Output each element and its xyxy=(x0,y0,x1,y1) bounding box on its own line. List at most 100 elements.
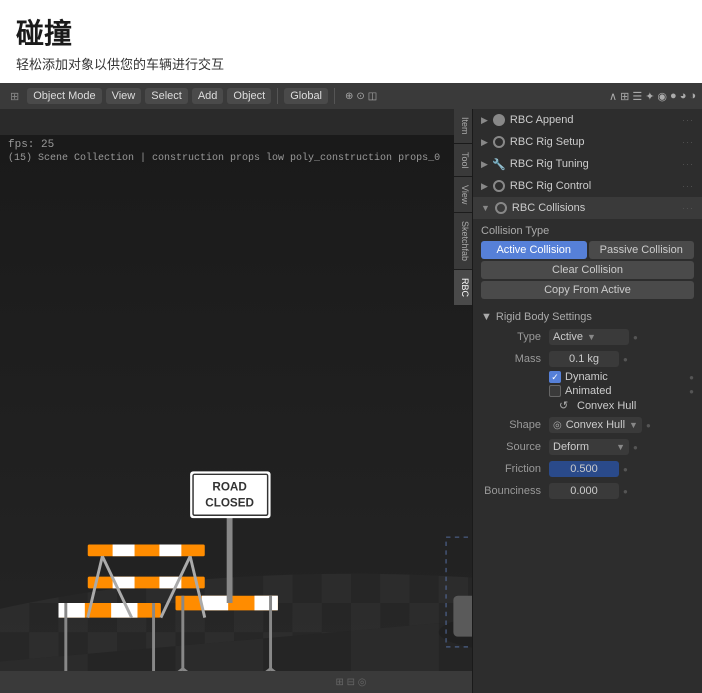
dots-icon-2: ··· xyxy=(682,137,694,147)
rigid-body-label: Rigid Body Settings xyxy=(496,311,592,323)
rigid-body-section: ▼ Rigid Body Settings Type Active ▼ ● Ma… xyxy=(473,307,702,507)
toolbar-icon-grid: ⊞ xyxy=(6,88,23,105)
source-label: Source xyxy=(481,441,541,453)
svg-text:ROAD: ROAD xyxy=(212,480,246,493)
rb-arrow-icon: ▼ xyxy=(481,311,492,323)
dynamic-checkbox[interactable]: ✓ xyxy=(549,371,561,383)
tab-item[interactable]: Item xyxy=(454,109,472,143)
convex-hull-checkbox-row: ↺ Convex Hull xyxy=(481,399,694,413)
copy-from-active-button[interactable]: Copy From Active xyxy=(481,281,694,299)
type-dropdown[interactable]: Active ▼ xyxy=(549,329,629,345)
select-menu[interactable]: Select xyxy=(145,88,188,104)
tab-tool[interactable]: Tool xyxy=(454,144,472,177)
friction-label: Friction xyxy=(481,463,541,475)
type-label: Type xyxy=(481,331,541,343)
side-tabs: Item Tool View Sketchfab RBC xyxy=(454,109,472,305)
type-value: Active xyxy=(553,331,583,343)
collision-type-label: Collision Type xyxy=(481,225,694,237)
mass-value[interactable]: 0.1 kg xyxy=(549,351,619,367)
bounciness-value: 0.000 xyxy=(570,485,598,497)
wrench-icon: 🔧 xyxy=(492,157,506,171)
tab-rbc[interactable]: RBC xyxy=(454,270,472,305)
view-menu[interactable]: View xyxy=(106,88,142,104)
toolbar-icons: ⊕ ⊙ ◫ xyxy=(341,89,381,104)
friction-value: 0.500 xyxy=(570,463,598,475)
animated-checkbox[interactable] xyxy=(549,385,561,397)
bounciness-row: Bounciness 0.000 ● xyxy=(481,481,694,501)
animated-dot: ● xyxy=(689,387,694,396)
tab-sketchfab[interactable]: Sketchfab xyxy=(454,213,472,269)
source-value: Deform xyxy=(553,441,589,453)
dynamic-dot: ● xyxy=(689,373,694,382)
viewport-container: ⊞ Object Mode View Select Add Object Glo… xyxy=(0,83,702,693)
scene-path-display: (15) Scene Collection | construction pro… xyxy=(8,153,440,164)
rbc-collisions-row[interactable]: ▼ RBC Collisions ··· xyxy=(473,197,702,219)
rbc-rig-tuning-row[interactable]: ▶ 🔧 RBC Rig Tuning ··· xyxy=(473,153,702,175)
collision-type-buttons: Active Collision Passive Collision xyxy=(481,241,694,259)
arrow-icon-4: ▶ xyxy=(481,181,488,192)
add-menu[interactable]: Add xyxy=(192,88,224,104)
dots-icon-3: ··· xyxy=(682,159,694,169)
bounciness-input[interactable]: 0.000 xyxy=(549,483,619,499)
svg-text:CLOSED: CLOSED xyxy=(205,496,254,509)
toolbar-right-icons: ∧⊞☰✦◉●◕◑ xyxy=(609,90,696,103)
arrow-icon-2: ▶ xyxy=(481,137,488,148)
dots-icon: ··· xyxy=(682,115,694,125)
ring-icon-3 xyxy=(494,201,508,215)
rigid-body-header: ▼ Rigid Body Settings xyxy=(481,311,694,323)
friction-row: Friction 0.500 ● xyxy=(481,459,694,479)
animated-row: Animated ● xyxy=(481,385,694,397)
object-menu[interactable]: Object xyxy=(227,88,271,104)
mass-row: Mass 0.1 kg ● xyxy=(481,349,694,369)
page-title: 碰撞 xyxy=(0,0,702,54)
arrow-icon-3: ▶ xyxy=(481,159,488,170)
rbc-append-label: RBC Append xyxy=(510,114,574,126)
ring-icon xyxy=(492,135,506,149)
shape-row: Shape ◎ Convex Hull ▼ ● xyxy=(481,415,694,435)
dynamic-label: Dynamic xyxy=(565,371,608,383)
friction-dot: ● xyxy=(623,465,628,474)
rbc-append-row[interactable]: ▶ RBC Append ··· xyxy=(473,109,702,131)
bounciness-dot: ● xyxy=(623,487,628,496)
top-toolbar: ⊞ Object Mode View Select Add Object Glo… xyxy=(0,83,702,109)
rbc-rig-control-row[interactable]: ▶ RBC Rig Control ··· xyxy=(473,175,702,197)
mass-display: 0.1 kg xyxy=(569,353,599,365)
friction-input[interactable]: 0.500 xyxy=(549,461,619,477)
rbc-rig-setup-row[interactable]: ▶ RBC Rig Setup ··· xyxy=(473,131,702,153)
tab-view[interactable]: View xyxy=(454,177,472,212)
global-menu[interactable]: Global xyxy=(284,88,328,104)
type-dot: ● xyxy=(633,333,638,342)
convex-hull-check-icon: ↺ xyxy=(559,399,573,413)
arrow-icon-5: ▼ xyxy=(481,203,490,213)
object-mode-button[interactable]: Object Mode xyxy=(27,88,101,104)
shape-label: Shape xyxy=(481,419,541,431)
dots-icon-4: ··· xyxy=(682,181,694,191)
passive-collision-button[interactable]: Passive Collision xyxy=(589,241,695,259)
right-panel: ▶ RBC Append ··· ▶ RBC Rig Setup ··· ▶ 🔧… xyxy=(472,109,702,693)
circle-icon xyxy=(492,113,506,127)
rbc-rig-control-label: RBC Rig Control xyxy=(510,180,591,192)
arrow-icon: ▶ xyxy=(481,115,488,126)
convex-hull-checkbox-label: Convex Hull xyxy=(577,400,636,412)
shape-dropdown-arrow-icon: ▼ xyxy=(629,420,638,430)
dynamic-row: ✓ Dynamic ● xyxy=(481,371,694,383)
shape-sphere-icon: ◎ xyxy=(553,420,562,431)
collision-section: Collision Type Active Collision Passive … xyxy=(473,219,702,307)
fps-display: fps: 25 xyxy=(8,139,54,151)
ring-icon-2 xyxy=(492,179,506,193)
shape-dropdown[interactable]: ◎ Convex Hull ▼ xyxy=(549,417,642,433)
source-dropdown[interactable]: Deform ▼ xyxy=(549,439,629,455)
source-dot: ● xyxy=(633,443,638,452)
source-row: Source Deform ▼ ● xyxy=(481,437,694,457)
shape-value: Convex Hull xyxy=(566,419,625,431)
toolbar-separator-2 xyxy=(334,88,335,104)
rbc-rig-tuning-label: RBC Rig Tuning xyxy=(510,158,589,170)
mass-dot: ● xyxy=(623,355,628,364)
toolbar-separator-1 xyxy=(277,88,278,104)
active-collision-button[interactable]: Active Collision xyxy=(481,241,587,259)
animated-label: Animated xyxy=(565,385,611,397)
rbc-collisions-label: RBC Collisions xyxy=(512,202,585,214)
page-subtitle: 轻松添加对象以供您的车辆进行交互 xyxy=(0,54,702,83)
rbc-rig-setup-label: RBC Rig Setup xyxy=(510,136,585,148)
clear-collision-button[interactable]: Clear Collision xyxy=(481,261,694,279)
